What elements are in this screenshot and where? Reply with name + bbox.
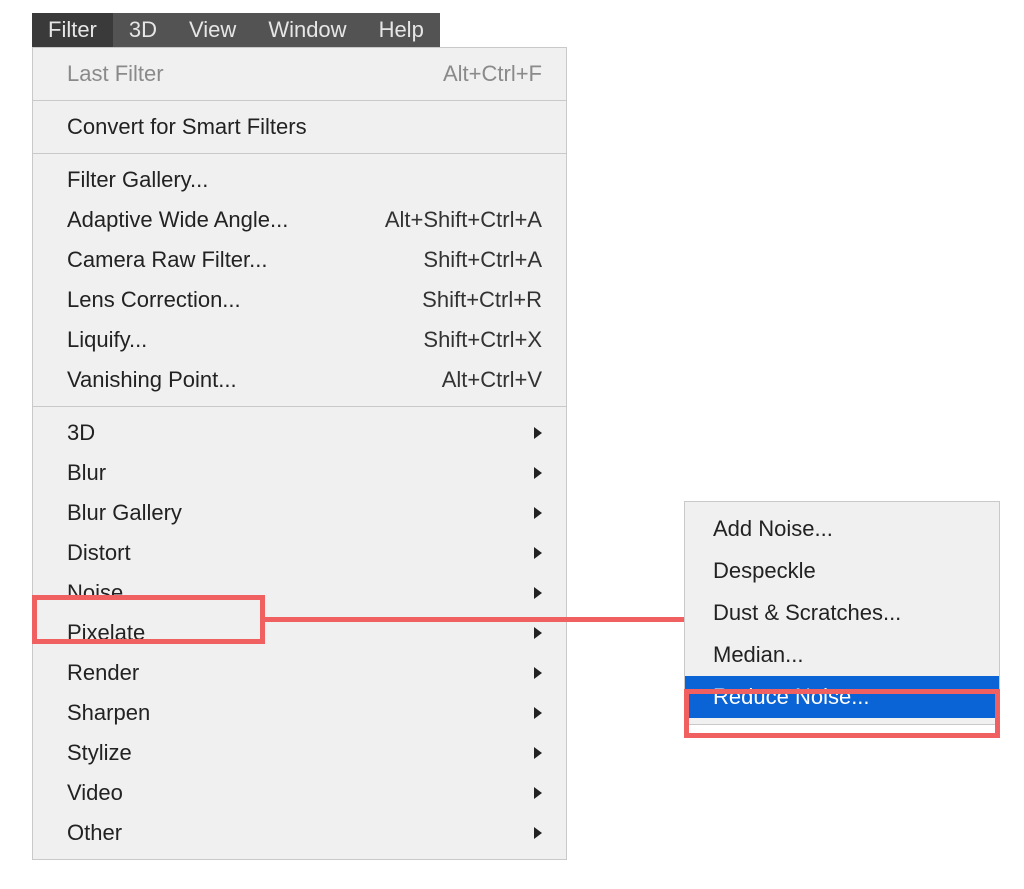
dropdown-section-smart: Convert for Smart Filters [33,101,566,153]
submenu-arrow-icon [534,507,542,519]
submenu-arrow-icon [534,747,542,759]
menubar-item-label: 3D [129,17,157,43]
menu-item-camera-raw-filter[interactable]: Camera Raw Filter... Shift+Ctrl+A [33,240,566,280]
menu-item-label: Adaptive Wide Angle... [67,207,288,233]
noise-submenu: Add Noise... Despeckle Dust & Scratches.… [684,501,1000,725]
submenu-item-label: Median... [713,642,804,668]
menu-item-label: Liquify... [67,327,147,353]
dropdown-section-recent: Last Filter Alt+Ctrl+F [33,48,566,100]
menu-item-pixelate[interactable]: Pixelate [33,613,566,653]
submenu-item-label: Add Noise... [713,516,833,542]
menu-item-shortcut: Alt+Ctrl+F [443,61,542,87]
menu-item-shortcut: Shift+Ctrl+R [422,287,542,313]
menubar-item-label: Filter [48,17,97,43]
menu-item-label: Pixelate [67,620,145,646]
menubar-item-label: Help [379,17,424,43]
menu-item-label: Sharpen [67,700,150,726]
submenu-item-label: Reduce Noise... [713,684,870,710]
menu-item-liquify[interactable]: Liquify... Shift+Ctrl+X [33,320,566,360]
submenu-item-dust-scratches[interactable]: Dust & Scratches... [685,592,999,634]
submenu-item-label: Dust & Scratches... [713,600,901,626]
menubar-item-label: View [189,17,236,43]
submenu-item-add-noise[interactable]: Add Noise... [685,508,999,550]
menu-item-video[interactable]: Video [33,773,566,813]
menu-item-filter-gallery[interactable]: Filter Gallery... [33,160,566,200]
filter-dropdown: Last Filter Alt+Ctrl+F Convert for Smart… [32,47,567,860]
submenu-arrow-icon [534,547,542,559]
menu-item-shortcut: Alt+Shift+Ctrl+A [385,207,542,233]
menu-item-stylize[interactable]: Stylize [33,733,566,773]
menu-item-label: Vanishing Point... [67,367,237,393]
menu-item-last-filter: Last Filter Alt+Ctrl+F [33,54,566,94]
menubar-item-view[interactable]: View [173,13,252,47]
submenu-arrow-icon [534,787,542,799]
submenu-item-median[interactable]: Median... [685,634,999,676]
menu-item-label: Stylize [67,740,132,766]
dropdown-section-categories: 3D Blur Blur Gallery Distort Noise Pixel… [33,407,566,859]
menubar-item-3d[interactable]: 3D [113,13,173,47]
menu-item-noise[interactable]: Noise [33,573,566,613]
menu-item-convert-smart-filters[interactable]: Convert for Smart Filters [33,107,566,147]
menu-item-label: Filter Gallery... [67,167,208,193]
menu-item-label: Blur Gallery [67,500,182,526]
menu-item-other[interactable]: Other [33,813,566,853]
menubar-item-help[interactable]: Help [363,13,440,47]
menu-item-label: Blur [67,460,106,486]
menu-item-label: 3D [67,420,95,446]
menu-item-label: Convert for Smart Filters [67,114,307,140]
menu-item-distort[interactable]: Distort [33,533,566,573]
submenu-item-reduce-noise[interactable]: Reduce Noise... [685,676,999,718]
submenu-arrow-icon [534,587,542,599]
submenu-arrow-icon [534,667,542,679]
menu-item-render[interactable]: Render [33,653,566,693]
submenu-arrow-icon [534,427,542,439]
menubar: Filter 3D View Window Help [32,13,440,47]
menu-item-blur-gallery[interactable]: Blur Gallery [33,493,566,533]
menu-item-label: Last Filter [67,61,164,87]
submenu-item-label: Despeckle [713,558,816,584]
menubar-item-filter[interactable]: Filter [32,13,113,47]
submenu-item-despeckle[interactable]: Despeckle [685,550,999,592]
menu-item-label: Distort [67,540,131,566]
menu-item-sharpen[interactable]: Sharpen [33,693,566,733]
menu-item-adaptive-wide-angle[interactable]: Adaptive Wide Angle... Alt+Shift+Ctrl+A [33,200,566,240]
menu-item-label: Camera Raw Filter... [67,247,268,273]
menu-item-shortcut: Shift+Ctrl+A [423,247,542,273]
submenu-arrow-icon [534,627,542,639]
menu-item-shortcut: Shift+Ctrl+X [423,327,542,353]
menu-item-3d[interactable]: 3D [33,413,566,453]
submenu-arrow-icon [534,707,542,719]
submenu-arrow-icon [534,467,542,479]
menu-item-label: Render [67,660,139,686]
menu-item-label: Lens Correction... [67,287,241,313]
menu-item-label: Other [67,820,122,846]
menubar-item-window[interactable]: Window [252,13,362,47]
menubar-item-label: Window [268,17,346,43]
dropdown-section-filters: Filter Gallery... Adaptive Wide Angle...… [33,154,566,406]
menu-item-blur[interactable]: Blur [33,453,566,493]
submenu-arrow-icon [534,827,542,839]
menu-item-lens-correction[interactable]: Lens Correction... Shift+Ctrl+R [33,280,566,320]
menu-item-label: Noise [67,580,123,606]
menu-item-vanishing-point[interactable]: Vanishing Point... Alt+Ctrl+V [33,360,566,400]
menu-item-label: Video [67,780,123,806]
menu-item-shortcut: Alt+Ctrl+V [442,367,542,393]
